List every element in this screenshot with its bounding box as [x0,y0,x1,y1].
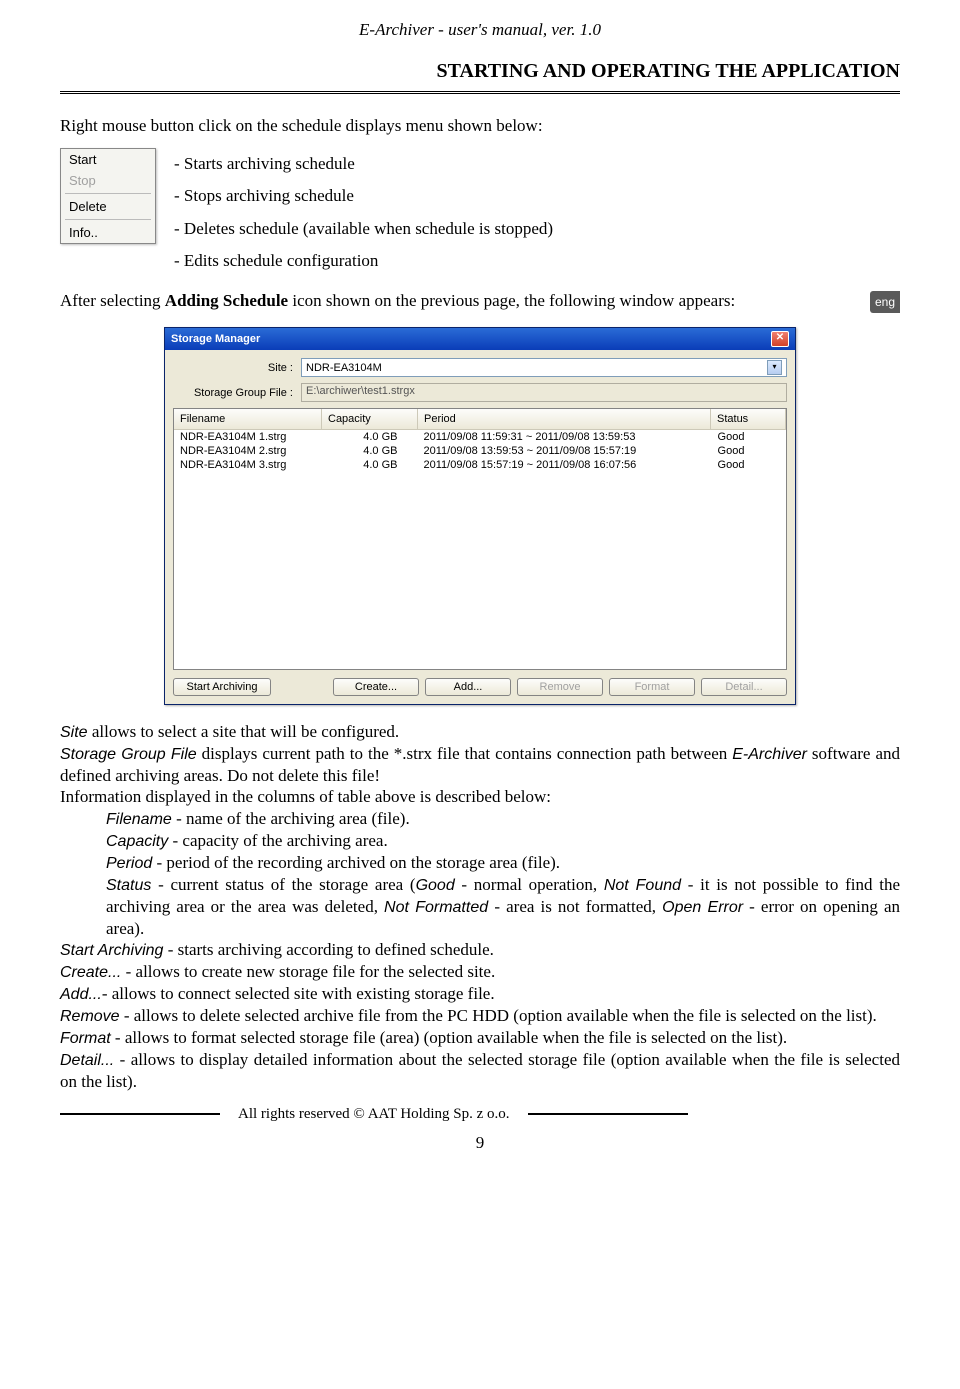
term-storage-group-file: Storage Group File [60,746,197,763]
storage-manager-window: Storage Manager ✕ Site : NDR-EA3104M ▾ S… [164,327,796,705]
text: - name of the archiving area (file). [172,809,410,828]
text: - allows to delete selected archive file… [120,1006,877,1025]
text: - allows to format selected storage file… [111,1028,787,1047]
divider [60,91,900,98]
detail-button[interactable]: Detail... [701,678,787,696]
text: - current status of the storage area ( [151,875,415,894]
menu-descriptions: - Starts archiving schedule - Stops arch… [174,148,900,277]
text: allows to select a site that will be con… [88,722,400,741]
text: - starts archiving according to defined … [163,940,493,959]
menu-item-delete[interactable]: Delete [61,196,155,217]
body-text: Site allows to select a site that will b… [60,721,900,1092]
context-menu: Start Stop Delete Info.. [60,148,156,244]
cell-filename: NDR-EA3104M 2.strg [174,444,322,458]
site-select[interactable]: NDR-EA3104M ▾ [301,358,787,377]
text: - area is not formatted, [494,897,662,916]
desc-start: - Starts archiving schedule [174,148,900,180]
cell-capacity: 4.0 GB [322,444,418,458]
term-site: Site [60,724,88,741]
footer: All rights reserved © AAT Holding Sp. z … [60,1106,900,1123]
table-row[interactable]: NDR-EA3104M 3.strg4.0 GB2011/09/08 15:57… [174,458,786,472]
footer-rule-right [528,1113,688,1116]
text: - allows to display detailed information… [60,1050,900,1091]
cell-period: 2011/09/08 13:59:53 ~ 2011/09/08 15:57:1… [418,444,711,458]
cell-filename: NDR-EA3104M 3.strg [174,458,322,472]
cell-status: Good [711,430,786,445]
group-file-label: Storage Group File : [173,387,301,399]
text: Information displayed in the columns of … [60,786,900,807]
group-file-field: E:\archiwer\test1.strgx [301,383,787,402]
remove-button[interactable]: Remove [517,678,603,696]
cell-period: 2011/09/08 11:59:31 ~ 2011/09/08 13:59:5… [418,430,711,445]
window-title: Storage Manager [171,333,260,345]
col-period[interactable]: Period [418,409,711,430]
text: displays current path to the *.strx file… [197,744,733,763]
close-icon[interactable]: ✕ [771,331,789,347]
term-start-archiving: Start Archiving [60,942,163,959]
storage-table: Filename Capacity Period Status NDR-EA31… [173,408,787,670]
format-button[interactable]: Format [609,678,695,696]
create-button[interactable]: Create... [333,678,419,696]
term-e-archiver: E-Archiver [732,746,807,763]
section-title: STARTING AND OPERATING THE APPLICATION [60,60,900,83]
cell-capacity: 4.0 GB [322,430,418,445]
col-capacity[interactable]: Capacity [322,409,418,430]
window-titlebar: Storage Manager ✕ [165,328,795,350]
menu-separator [65,193,151,194]
table-row[interactable]: NDR-EA3104M 2.strg4.0 GB2011/09/08 13:59… [174,444,786,458]
term-period: Period [106,855,152,872]
cell-capacity: 4.0 GB [322,458,418,472]
cell-filename: NDR-EA3104M 1.strg [174,430,322,445]
term-filename: Filename [106,811,172,828]
col-filename[interactable]: Filename [174,409,322,430]
cell-period: 2011/09/08 15:57:19 ~ 2011/09/08 16:07:5… [418,458,711,472]
text: - normal operation, [455,875,604,894]
text: - capacity of the archiving area. [168,831,387,850]
doc-header: E-Archiver - user's manual, ver. 1.0 [60,20,900,40]
cell-status: Good [711,458,786,472]
term-not-found: Not Found [604,877,681,894]
footer-rights: All rights reserved © AAT Holding Sp. z … [238,1106,510,1123]
term-remove: Remove [60,1008,120,1025]
text: - period of the recording archived on th… [152,853,560,872]
desc-delete: - Deletes schedule (available when sched… [174,213,900,245]
followup-bold: Adding Schedule [165,291,288,310]
chevron-down-icon[interactable]: ▾ [767,360,782,375]
cell-status: Good [711,444,786,458]
term-good: Good [416,877,455,894]
menu-separator [65,219,151,220]
term-status: Status [106,877,151,894]
menu-item-start[interactable]: Start [61,149,155,170]
followup-pre: After selecting [60,291,165,310]
term-capacity: Capacity [106,833,168,850]
table-row[interactable]: NDR-EA3104M 1.strg4.0 GB2011/09/08 11:59… [174,430,786,445]
col-status[interactable]: Status [711,409,786,430]
site-select-value: NDR-EA3104M [306,362,382,374]
menu-item-stop[interactable]: Stop [61,170,155,191]
desc-info: - Edits schedule configuration [174,245,900,277]
followup-post: icon shown on the previous page, the fol… [288,291,735,310]
term-not-formatted: Not Formatted [384,899,494,916]
desc-stop: - Stops archiving schedule [174,180,900,212]
language-tab: eng [870,291,900,313]
intro-text: Right mouse button click on the schedule… [60,116,900,136]
add-button[interactable]: Add... [425,678,511,696]
site-label: Site : [173,362,301,374]
start-archiving-button[interactable]: Start Archiving [173,678,271,696]
followup-text: After selecting Adding Schedule icon sho… [60,291,858,311]
term-open-error: Open Error [662,899,743,916]
footer-rule-left [60,1113,220,1116]
term-format: Format [60,1030,111,1047]
page-number: 9 [60,1133,900,1153]
menu-item-info[interactable]: Info.. [61,222,155,243]
term-add: Add... [60,986,102,1003]
term-detail: Detail... [60,1052,114,1069]
text: - allows to connect selected site with e… [102,984,495,1003]
text: - allows to create new storage file for … [121,962,495,981]
term-create: Create... [60,964,121,981]
